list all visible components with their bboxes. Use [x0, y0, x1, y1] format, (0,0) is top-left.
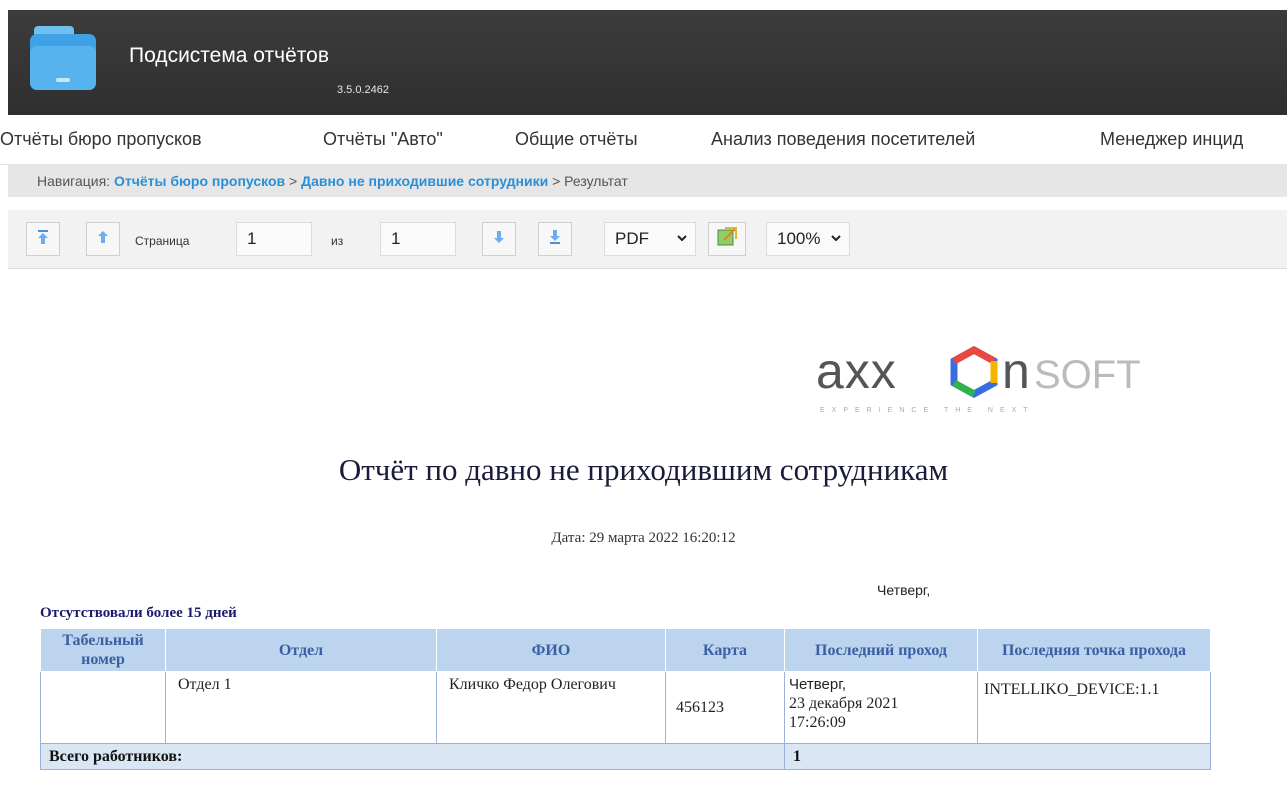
app-header: Подсистема отчётов 3.5.0.2462 — [8, 10, 1287, 115]
total-label: Всего работников: — [40, 743, 785, 770]
svg-text:axx: axx — [816, 343, 897, 399]
breadcrumb-current: Результат — [564, 173, 628, 189]
table-row: Отдел 1 Кличко Федор Олегович 456123 Чет… — [40, 671, 1211, 744]
column-header-tab-number: Табельный номер — [40, 628, 166, 672]
column-header-last-pass: Последний проход — [784, 628, 978, 672]
cell-tab-number — [40, 671, 166, 744]
first-page-button[interactable] — [26, 222, 60, 256]
menu-item-incident-manager[interactable]: Менеджер инцид — [1100, 129, 1243, 150]
last-pass-day: Четверг, — [789, 676, 847, 693]
page-number-input[interactable]: 1 — [236, 222, 312, 256]
total-row: Всего работников: 1 — [40, 743, 1211, 770]
chevron-down-icon — [677, 235, 687, 241]
column-header-department: Отдел — [165, 628, 437, 672]
prev-page-button[interactable] — [86, 222, 120, 256]
report-table: Табельный номер Отдел ФИО Карта Последни… — [40, 628, 1211, 770]
menu-item-general-reports[interactable]: Общие отчёты — [515, 129, 638, 150]
last-pass-date: 23 декабря 2021 — [789, 695, 899, 712]
cell-last-pass: Четверг, 23 декабря 2021 17:26:09 — [784, 671, 978, 744]
report-date: Дата: 29 марта 2022 16:20:12 — [551, 530, 736, 546]
next-page-icon — [492, 229, 506, 250]
chevron-down-icon — [831, 235, 841, 241]
breadcrumb-prefix: Навигация: — [37, 173, 111, 189]
column-header-card: Карта — [665, 628, 785, 672]
prev-page-icon — [96, 229, 110, 250]
breadcrumb-separator: > — [552, 173, 561, 189]
last-page-icon — [548, 229, 562, 250]
app-version: 3.5.0.2462 — [337, 84, 389, 96]
column-header-last-point: Последняя точка прохода — [977, 628, 1211, 672]
report-toolbar: Страница 1 из 1 PDF 100% — [8, 210, 1287, 269]
zoom-select[interactable]: 100% — [766, 222, 850, 256]
app-title: Подсистема отчётов — [129, 44, 329, 67]
axxonsoft-logo: axx n SOFT EXPERIENCE THE NEXT — [814, 330, 1144, 420]
cell-last-point: INTELLIKO_DEVICE:1.1 — [977, 671, 1211, 744]
breadcrumb-link-absent-employees[interactable]: Давно не приходившие сотрудники — [301, 173, 548, 189]
folder-icon — [28, 24, 98, 94]
total-value: 1 — [784, 743, 1211, 770]
export-format-select[interactable]: PDF — [604, 222, 696, 256]
report-title: Отчёт по давно не приходившим сотрудника… — [338, 452, 949, 487]
export-format-value: PDF — [615, 229, 649, 248]
last-pass-time: 17:26:09 — [789, 714, 846, 731]
page-label: Страница — [135, 234, 190, 248]
of-label: из — [331, 234, 344, 248]
breadcrumb: Навигация: Отчёты бюро пропусков > Давно… — [8, 165, 1287, 197]
main-menu: Отчёты бюро пропусков Отчёты "Авто" Общи… — [0, 115, 1287, 165]
svg-text:SOFT: SOFT — [1034, 353, 1141, 397]
table-header-row: Табельный номер Отдел ФИО Карта Последни… — [40, 628, 1211, 672]
first-page-icon — [36, 229, 50, 250]
next-page-button[interactable] — [482, 222, 516, 256]
last-page-button[interactable] — [538, 222, 572, 256]
menu-item-auto-reports[interactable]: Отчёты "Авто" — [323, 129, 443, 150]
report-weekday: Четверг, — [877, 582, 931, 598]
svg-text:EXPERIENCE THE NEXT: EXPERIENCE THE NEXT — [820, 407, 1035, 414]
svg-text:n: n — [1002, 343, 1030, 399]
menu-item-pass-office-reports[interactable]: Отчёты бюро пропусков — [0, 129, 202, 150]
export-icon — [716, 226, 738, 253]
breadcrumb-separator: > — [289, 173, 298, 189]
menu-item-visitor-behavior[interactable]: Анализ поведения посетителей — [711, 129, 975, 150]
breadcrumb-link-pass-office[interactable]: Отчёты бюро пропусков — [114, 173, 285, 189]
column-header-name: ФИО — [436, 628, 666, 672]
total-pages-field: 1 — [380, 222, 456, 256]
cell-card: 456123 — [665, 671, 785, 744]
cell-name: Кличко Федор Олегович — [436, 671, 666, 744]
group-title: Отсутствовали более 15 дней — [40, 605, 237, 621]
export-button[interactable] — [708, 222, 746, 256]
zoom-value: 100% — [777, 229, 821, 248]
cell-department: Отдел 1 — [165, 671, 437, 744]
